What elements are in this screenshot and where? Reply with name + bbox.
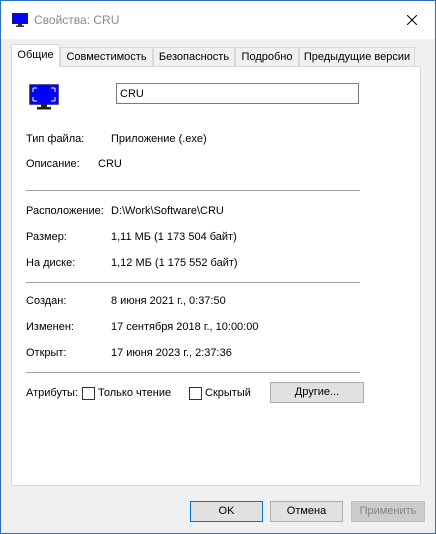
description-value: CRU	[98, 158, 122, 170]
modified-value: 17 сентября 2018 г., 10:00:00	[111, 321, 259, 333]
tab-strip: Общие Совместимость Безопасность Подробн…	[11, 44, 421, 67]
advanced-attributes-button[interactable]: Другие...	[270, 382, 364, 403]
readonly-checkbox[interactable]	[82, 387, 95, 400]
tab-compatibility[interactable]: Совместимость	[60, 47, 153, 66]
attributes-label: Атрибуты:	[26, 387, 78, 399]
size-label: Размер:	[26, 231, 67, 243]
disk-size-value: 1,12 МБ (1 175 552 байт)	[111, 257, 238, 269]
accessed-label: Открыт:	[26, 347, 67, 359]
readonly-label[interactable]: Только чтение	[98, 387, 171, 399]
close-icon	[407, 15, 417, 25]
window-title: Свойства: CRU	[34, 13, 120, 27]
properties-dialog: Свойства: CRU Общие Совместимость Безопа…	[0, 0, 436, 534]
general-tab-panel: Тип файла: Приложение (.exe) Описание: C…	[11, 66, 421, 486]
divider	[26, 282, 360, 283]
hidden-checkbox[interactable]	[189, 387, 202, 400]
ok-button[interactable]: OK	[190, 501, 263, 522]
divider	[26, 190, 360, 191]
created-label: Создан:	[26, 295, 67, 307]
modified-label: Изменен:	[26, 321, 74, 333]
created-value: 8 июня 2021 г., 0:37:50	[111, 295, 226, 307]
tab-security[interactable]: Безопасность	[153, 47, 235, 66]
accessed-value: 17 июня 2023 г., 2:37:36	[111, 347, 232, 359]
file-type-value: Приложение (.exe)	[111, 133, 207, 145]
monitor-icon	[12, 13, 28, 27]
apply-button[interactable]: Применить	[351, 501, 425, 522]
monitor-icon	[29, 84, 59, 110]
location-label: Расположение:	[26, 205, 104, 217]
file-name-input[interactable]	[116, 83, 359, 104]
close-button[interactable]	[389, 1, 435, 39]
size-value: 1,11 МБ (1 173 504 байт)	[111, 231, 237, 243]
description-label: Описание:	[26, 158, 80, 170]
disk-size-label: На диске:	[26, 257, 76, 269]
title-bar[interactable]: Свойства: CRU	[1, 1, 435, 39]
tab-general[interactable]: Общие	[11, 44, 60, 67]
tab-details[interactable]: Подробно	[235, 47, 299, 66]
location-value: D:\Work\Software\CRU	[111, 205, 224, 217]
file-type-label: Тип файла:	[26, 133, 85, 145]
hidden-label[interactable]: Скрытый	[205, 387, 251, 399]
divider	[26, 372, 360, 373]
cancel-button[interactable]: Отмена	[270, 501, 343, 522]
tab-previous-versions[interactable]: Предыдущие версии	[299, 47, 415, 66]
